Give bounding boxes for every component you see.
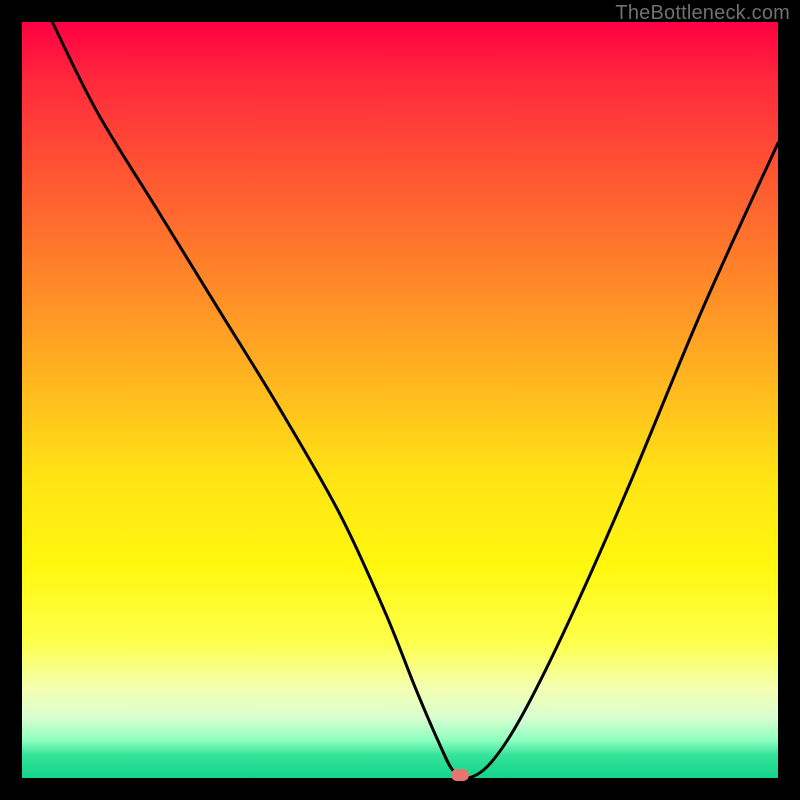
plot-area bbox=[22, 22, 778, 778]
watermark-text: TheBottleneck.com bbox=[615, 2, 790, 25]
optimal-point-marker bbox=[451, 769, 469, 781]
chart-frame bbox=[22, 22, 778, 778]
bottleneck-curve bbox=[22, 22, 778, 778]
